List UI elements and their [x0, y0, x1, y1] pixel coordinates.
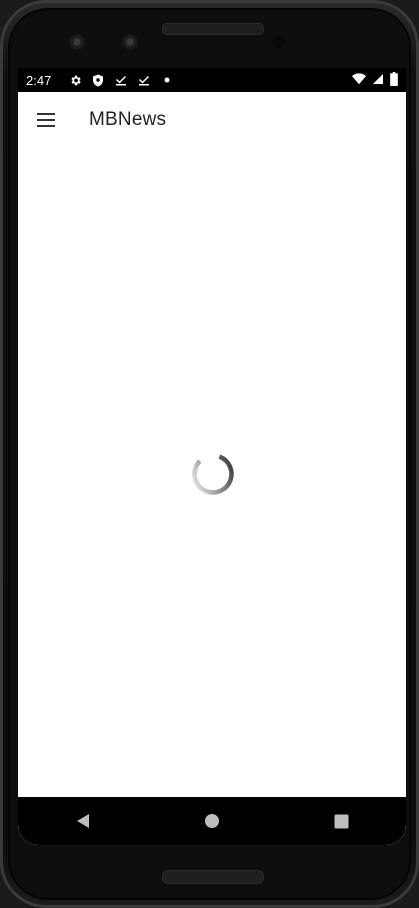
signal-icon — [372, 73, 384, 88]
loading-spinner — [190, 451, 236, 497]
home-icon — [204, 814, 219, 828]
system-icons — [352, 71, 398, 89]
back-button[interactable] — [63, 801, 103, 841]
status-time: 2:47 — [26, 72, 52, 88]
home-button[interactable] — [192, 801, 232, 841]
battery-icon — [390, 71, 398, 89]
proximity-sensor — [273, 36, 285, 48]
back-icon — [76, 814, 89, 828]
status-bar: 2:47 — [18, 68, 406, 92]
earpiece-speaker — [162, 23, 264, 35]
notification-icons — [68, 73, 174, 87]
system-navigation-bar — [18, 797, 406, 845]
front-camera-icon — [69, 34, 85, 50]
app-title: MBNews — [89, 109, 167, 130]
menu-icon — [37, 113, 55, 127]
download-done-icon — [114, 73, 128, 87]
screen: 2:47 MBNews — [18, 68, 406, 845]
dot-icon — [160, 73, 174, 87]
recents-icon — [334, 814, 349, 828]
navigation-menu-button[interactable] — [18, 92, 74, 148]
app-toolbar: MBNews — [18, 92, 406, 148]
recents-button[interactable] — [321, 801, 361, 841]
download-done-icon — [137, 73, 151, 87]
phone-device-frame: 2:47 MBNews — [0, 0, 419, 908]
wifi-icon — [352, 72, 366, 88]
bottom-speaker — [162, 870, 264, 884]
shield-icon — [91, 73, 105, 87]
front-camera-icon — [122, 34, 138, 50]
settings-icon — [68, 73, 82, 87]
